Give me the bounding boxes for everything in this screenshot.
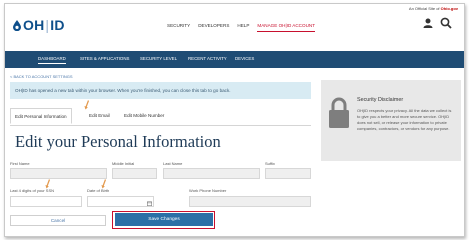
nav-developers[interactable]: DEVELOPERS [198, 23, 229, 32]
main-nav: SECURITY DEVELOPERS HELP MANAGE OH|ID AC… [167, 23, 316, 32]
official-site-prefix: An Official Site of [408, 6, 440, 11]
middle-initial-field[interactable] [112, 168, 157, 179]
nav-security[interactable]: SECURITY [167, 23, 190, 32]
subnav-sites-applications[interactable]: SITES & APPLICATIONS [80, 56, 129, 61]
subnav-devices[interactable]: DEVICES [235, 56, 254, 61]
first-name-label: First Name [10, 161, 30, 166]
work-phone-field[interactable] [189, 196, 311, 207]
work-phone-label: Work Phone Number [189, 188, 227, 193]
back-to-account-settings-link[interactable]: < BACK TO ACCOUNT SETTINGS [10, 74, 73, 79]
tab-edit-personal-information[interactable]: Edit Personal Information [10, 108, 72, 124]
last-name-field[interactable] [163, 168, 260, 179]
ohio-gov-link[interactable]: Ohio.gov [441, 6, 458, 11]
lock-icon [329, 97, 349, 128]
ohio-drop-icon [13, 19, 21, 31]
suffix-label: Suffix [265, 161, 275, 166]
disclaimer-body: OH|ID respects your privacy. All the dat… [357, 108, 452, 131]
search-icon[interactable] [440, 17, 452, 29]
annotation-arrow-icon [84, 100, 89, 110]
browser-frame: An Official Site of Ohio.gov OH|ID SECUR… [4, 3, 465, 237]
new-tab-notice: OH|ID has opened a new tab within your b… [10, 82, 311, 99]
form-title: Edit your Personal Information [15, 132, 221, 151]
subnav-security-level[interactable]: SECURITY LEVEL [140, 56, 177, 61]
subnav-dashboard[interactable]: DASHBOARD [38, 56, 66, 64]
tab-edit-email[interactable]: Edit Email [89, 113, 110, 118]
edit-tabs: Edit Personal Information Edit Email Edi… [10, 108, 311, 126]
account-subnav: DASHBOARD SITES & APPLICATIONS SECURITY … [5, 51, 464, 68]
date-of-birth-field[interactable] [87, 196, 154, 207]
disclaimer-title: Security Disclaimer [357, 97, 404, 103]
subnav-recent-activity[interactable]: RECENT ACTIVITY [188, 56, 227, 61]
date-of-birth-label: Date of Birth [87, 188, 110, 193]
cancel-button[interactable]: Cancel [10, 215, 106, 226]
middle-initial-label: Middle Initial [112, 161, 135, 166]
nav-manage-account[interactable]: MANAGE OH|ID ACCOUNT [257, 23, 316, 32]
first-name-field[interactable] [10, 168, 107, 179]
tab-edit-mobile-number[interactable]: Edit Mobile Number [124, 113, 164, 118]
suffix-field[interactable] [265, 168, 311, 179]
ssn-label: Last 4 digits of your SSN [10, 188, 55, 193]
last-name-label: Last Name [163, 161, 183, 166]
save-changes-button[interactable]: Save Changes [115, 213, 213, 226]
calendar-icon[interactable] [147, 201, 152, 206]
nav-help[interactable]: HELP [237, 23, 249, 32]
official-site-banner: An Official Site of Ohio.gov [409, 6, 458, 11]
logo-text: OH|ID [23, 17, 65, 33]
user-icon[interactable] [423, 18, 433, 28]
ohid-logo[interactable]: OH|ID [13, 17, 65, 33]
ssn-field[interactable] [10, 196, 82, 207]
